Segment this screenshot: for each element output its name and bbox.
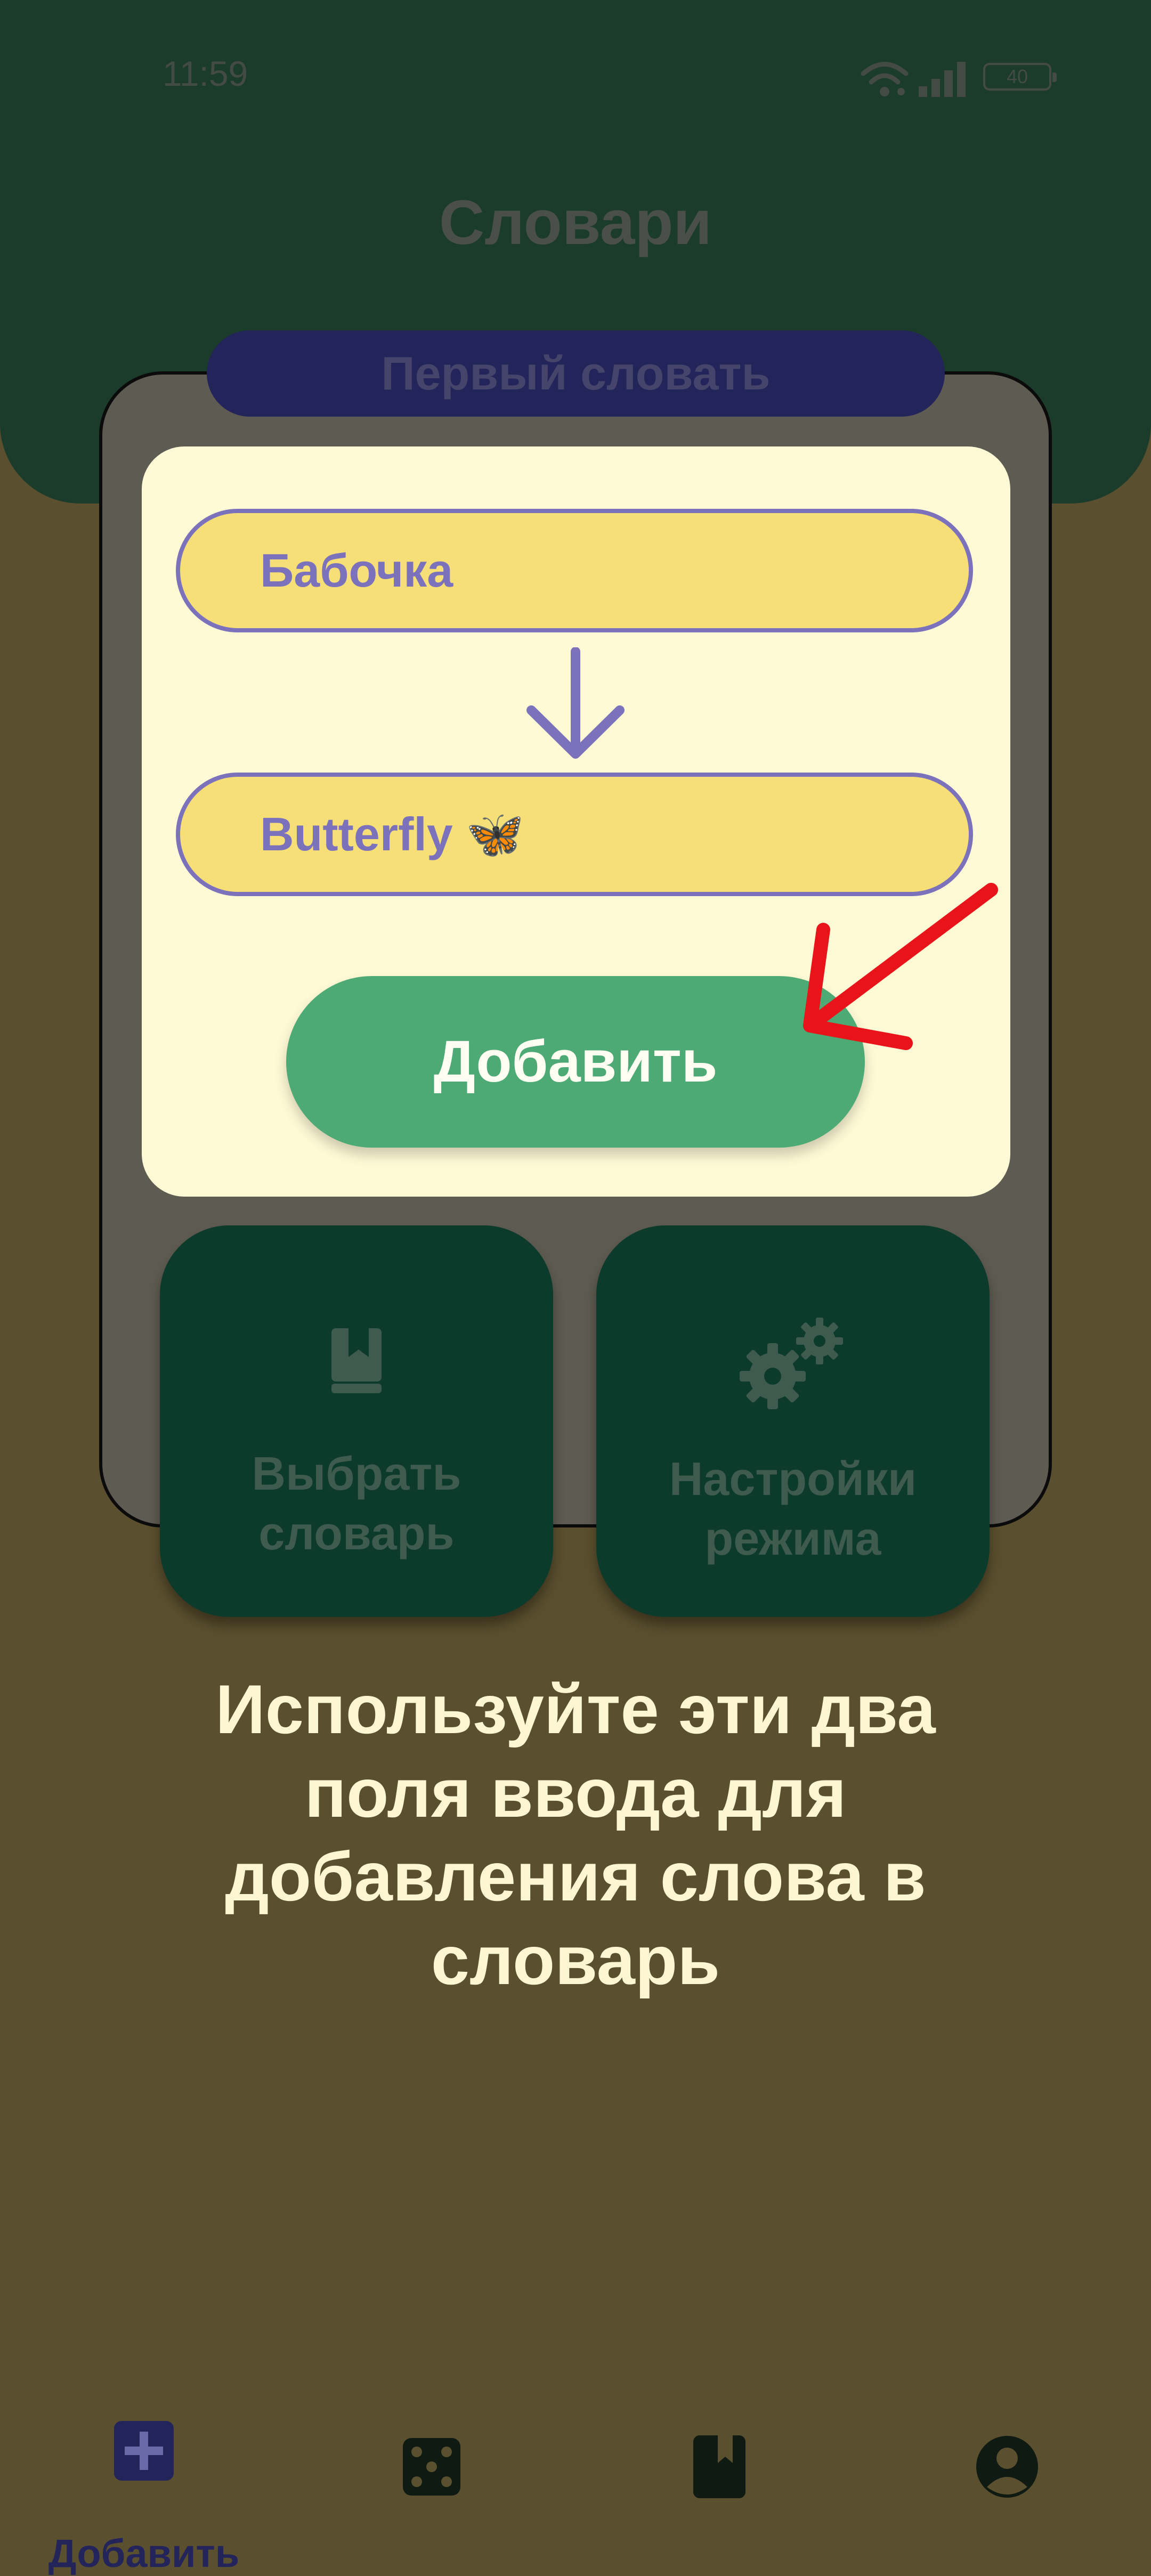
- account-icon: [976, 2436, 1038, 2498]
- source-word-input[interactable]: Бабочка: [176, 509, 973, 632]
- page-title: Словари: [439, 188, 712, 258]
- choose-dictionary-button[interactable]: Выбрать словарь: [160, 1225, 553, 1617]
- battery-icon: 40: [983, 63, 1057, 91]
- tutorial-hint-text: Используйте эти два поля ввода для добав…: [215, 1670, 936, 1999]
- nav-item-dictionaries[interactable]: [682, 2387, 757, 2498]
- target-word-input[interactable]: Butterfly 🦋: [176, 773, 973, 896]
- gears-icon: [740, 1318, 843, 1409]
- mode-settings-label-line1: Настройки: [669, 1452, 917, 1505]
- choose-dictionary-label-line1: Выбрать: [252, 1447, 461, 1500]
- book-icon: [331, 1328, 382, 1393]
- nav-item-profile[interactable]: [970, 2387, 1044, 2498]
- signal-icon: [919, 62, 966, 97]
- arrow-down-icon: [526, 647, 625, 759]
- nav-item-add[interactable]: Добавить: [32, 2387, 256, 2575]
- dictionary-name-badge[interactable]: Первый словать: [207, 330, 945, 417]
- dice-icon: [403, 2438, 460, 2496]
- nav-item-random[interactable]: [394, 2387, 469, 2496]
- bookmark-book-icon: [693, 2435, 745, 2498]
- mode-settings-button[interactable]: Настройки режима: [596, 1225, 990, 1617]
- status-icons: 40: [861, 53, 1058, 101]
- mode-settings-label-line2: режима: [704, 1512, 881, 1565]
- wifi-icon: [861, 62, 909, 96]
- bottom-navigation: Добавить: [0, 2387, 1151, 2575]
- nav-label-add: Добавить: [48, 2531, 240, 2575]
- status-bar: 11:59 40: [0, 0, 1151, 155]
- red-arrow-pointer: [803, 883, 998, 1050]
- add-square-icon: [114, 2421, 174, 2481]
- choose-dictionary-label-line2: словарь: [258, 1507, 455, 1559]
- status-time: 11:59: [163, 54, 248, 93]
